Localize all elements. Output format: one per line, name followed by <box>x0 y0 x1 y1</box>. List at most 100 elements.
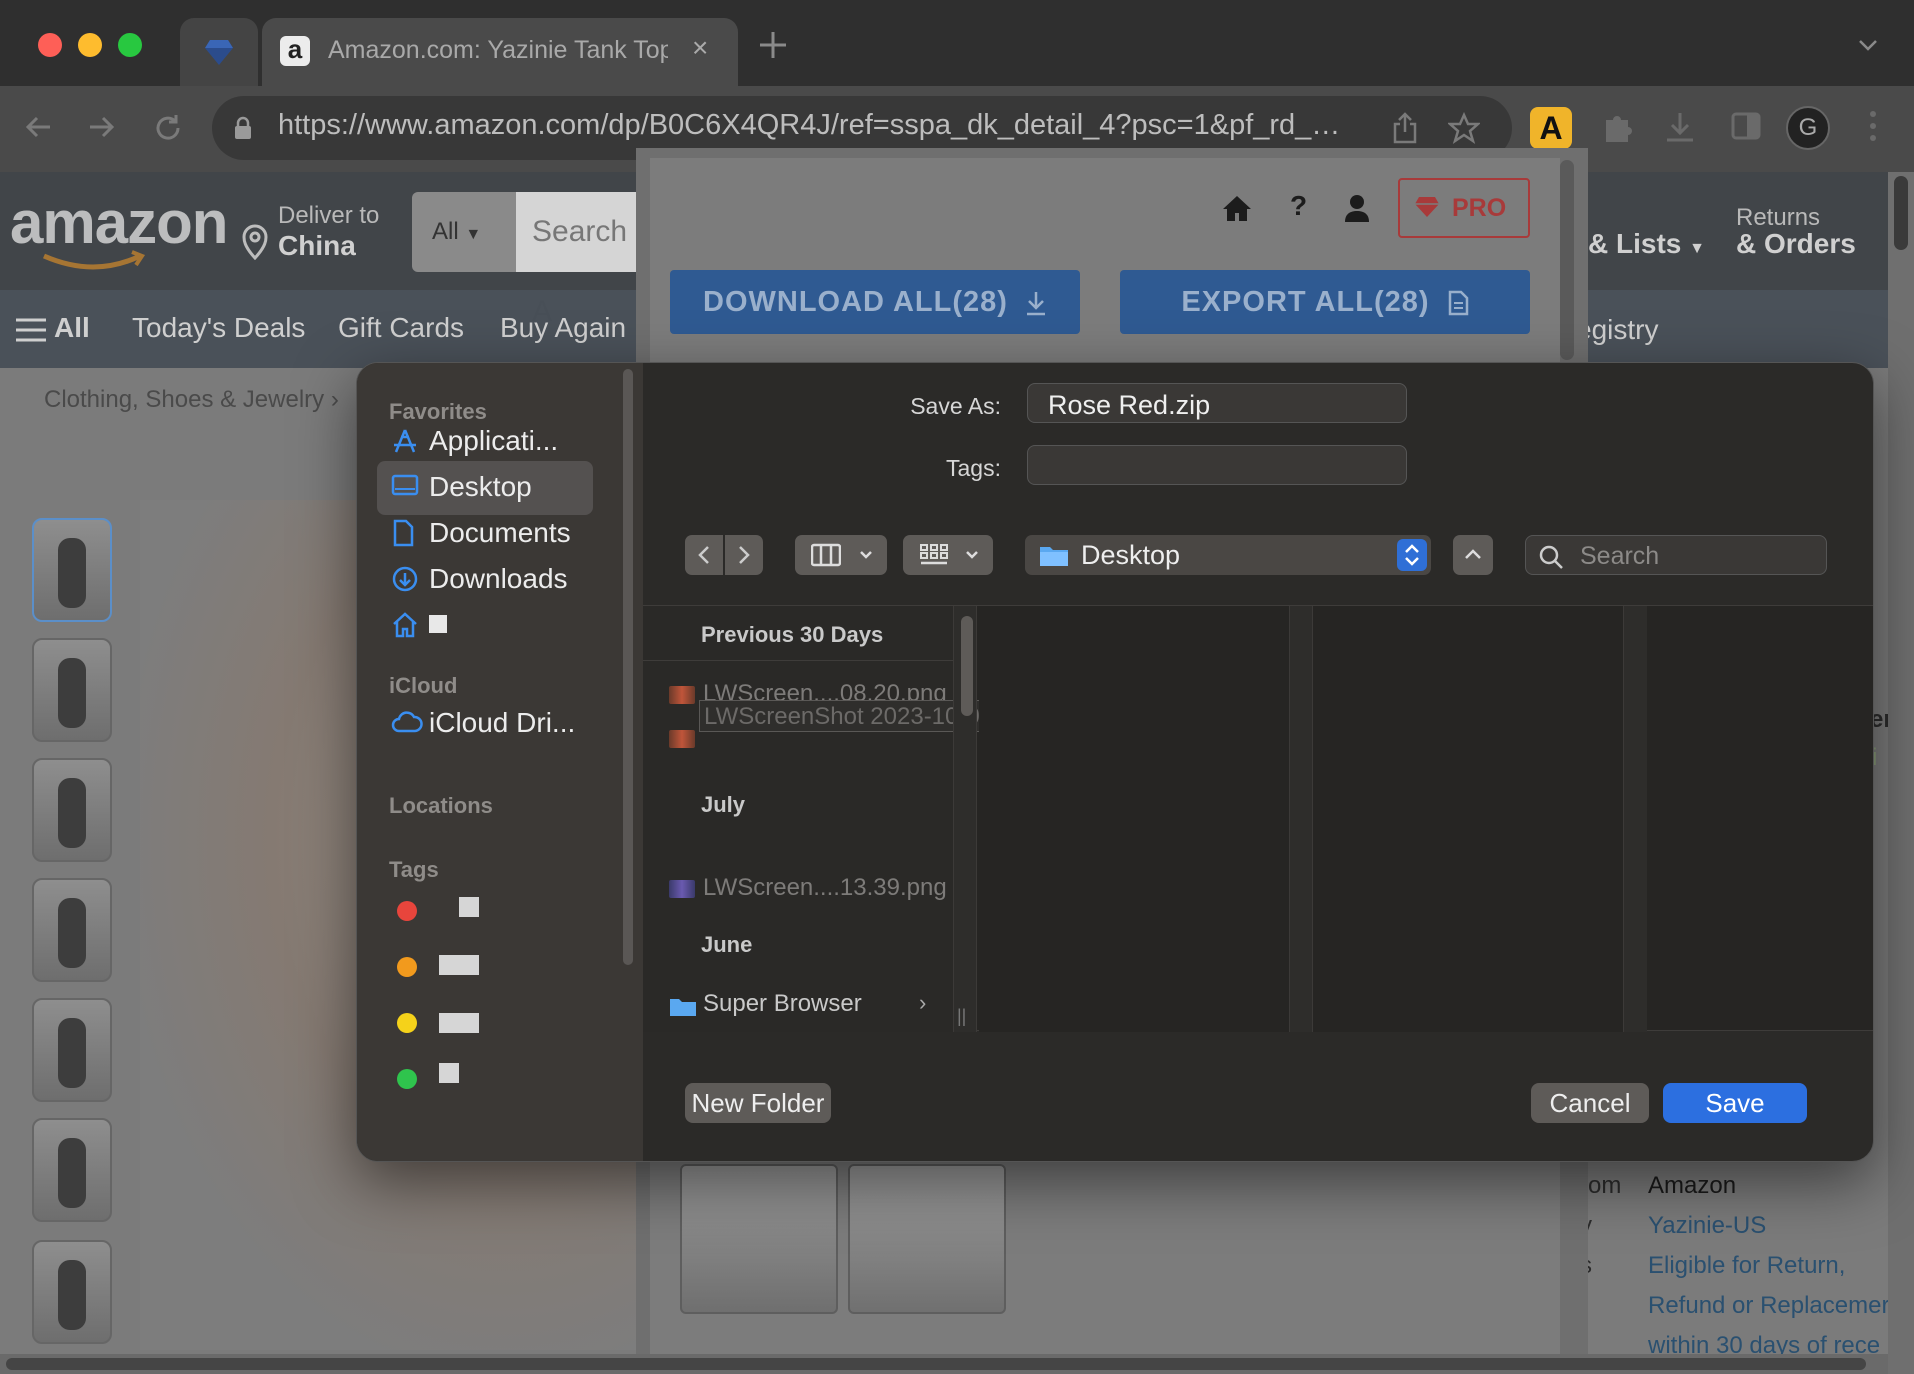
pinned-tab[interactable] <box>180 18 258 86</box>
section-heading: Previous 30 Days <box>701 622 884 647</box>
pro-label: PRO <box>1452 194 1507 222</box>
tab-title: Amazon.com: Yazinie Tank Top <box>328 36 668 64</box>
file-column[interactable] <box>1313 606 1623 1032</box>
sidebar-item-home[interactable] <box>377 599 593 653</box>
location-popup-button[interactable]: Desktop <box>1025 535 1431 575</box>
image-grid-item[interactable] <box>680 1164 838 1314</box>
product-thumbnail[interactable] <box>32 758 112 862</box>
reload-icon <box>156 115 180 140</box>
product-thumbnail[interactable] <box>32 638 112 742</box>
tag-yellow[interactable] <box>397 1013 417 1033</box>
page-scroll-thumb[interactable] <box>1894 176 1908 250</box>
cancel-button[interactable]: Cancel <box>1531 1083 1649 1123</box>
amazon-logo[interactable]: amazon <box>10 188 228 257</box>
file-column[interactable]: Previous 30 Days LWScreen....08.20.png J… <box>643 606 953 1032</box>
account-button[interactable] <box>1344 194 1370 222</box>
download-all-button[interactable]: DOWNLOAD ALL(28) <box>670 270 1080 334</box>
reload-button[interactable] <box>152 112 184 144</box>
horizontal-scroll-thumb[interactable] <box>6 1358 1866 1370</box>
home-button[interactable] <box>1222 194 1252 222</box>
nav-buy-again[interactable]: Buy Again <box>500 312 626 344</box>
tags-field[interactable] <box>1027 445 1407 485</box>
search-category-select[interactable]: All ▼ <box>412 192 516 272</box>
deliver-to-location[interactable]: China <box>278 230 356 262</box>
returns-policy-line[interactable]: Refund or Replacemer <box>1648 1292 1888 1320</box>
product-thumbnail[interactable] <box>32 878 112 982</box>
url-text[interactable]: https://www.amazon.com/dp/B0C6X4QR4J/ref… <box>278 109 1408 142</box>
page-scrollbar[interactable] <box>1888 172 1914 1374</box>
sidebar-heading-tags: Tags <box>389 857 439 882</box>
search-placeholder: Search <box>1580 542 1660 570</box>
tab-amazon[interactable]: a Amazon.com: Yazinie Tank Top × <box>262 18 738 86</box>
back-button[interactable] <box>685 535 723 575</box>
profile-avatar[interactable]: G <box>1786 106 1830 150</box>
collapse-browser-button[interactable] <box>1453 535 1493 575</box>
sidebar-item-icloud-drive[interactable]: iCloud Dri... <box>377 697 593 751</box>
share-icon[interactable] <box>1392 112 1418 144</box>
column-divider[interactable] <box>1623 606 1647 1032</box>
amazon-search-input[interactable]: Search A <box>516 192 644 328</box>
file-column[interactable] <box>979 606 1289 1032</box>
nav-all-menu[interactable]: All <box>14 312 90 344</box>
amazon-favicon-icon: a <box>280 36 310 66</box>
tab-close-icon[interactable]: × <box>692 32 708 64</box>
close-window-button[interactable] <box>38 33 62 57</box>
nav-gift-cards[interactable]: Gift Cards <box>338 312 464 344</box>
new-folder-button[interactable]: New Folder <box>685 1083 831 1123</box>
folder-item[interactable]: Super Browser › <box>669 990 949 1016</box>
breadcrumb[interactable]: Clothing, Shoes & Jewelry › <box>44 386 339 414</box>
forward-button[interactable] <box>725 535 763 575</box>
extension-a-button[interactable]: A <box>1530 107 1572 149</box>
forward-button[interactable] <box>86 112 116 142</box>
returns-policy-line[interactable]: within 30 days of rece <box>1648 1332 1888 1354</box>
column-scrollbar[interactable] <box>961 616 973 716</box>
downloads-button[interactable] <box>1664 110 1696 144</box>
tag-red[interactable] <box>397 901 417 921</box>
extensions-button[interactable] <box>1600 110 1634 144</box>
location-label: Desktop <box>1081 540 1181 570</box>
help-button[interactable]: ? <box>1290 190 1307 222</box>
save-button[interactable]: Save <box>1663 1083 1807 1123</box>
search-icon <box>1539 545 1563 569</box>
save-as-field[interactable]: Rose Red.zip <box>1027 383 1407 423</box>
extension-scrollbar[interactable] <box>1560 160 1574 360</box>
column-divider[interactable] <box>1289 606 1313 1032</box>
new-tab-button[interactable] <box>752 24 794 66</box>
product-thumbnail[interactable] <box>32 1118 112 1222</box>
menu-button[interactable] <box>1868 108 1878 144</box>
nav-todays-deals[interactable]: Today's Deals <box>132 312 305 344</box>
image-grid-item[interactable] <box>848 1164 1006 1314</box>
tags-label: Tags: <box>946 455 1001 481</box>
redacted-tag-name <box>459 897 479 917</box>
tag-orange[interactable] <box>397 957 417 977</box>
applications-icon <box>394 429 416 453</box>
sidebar-heading-icloud: iCloud <box>389 673 458 698</box>
returns-orders-link[interactable]: & Orders <box>1736 228 1856 260</box>
column-resize-handle[interactable]: || <box>957 1006 966 1027</box>
product-thumbnail[interactable] <box>32 998 112 1102</box>
minimize-window-button[interactable] <box>78 33 102 57</box>
export-all-button[interactable]: EXPORT ALL(28) <box>1120 270 1530 334</box>
view-mode-columns-button[interactable] <box>795 535 887 575</box>
columns-view-icon <box>811 543 841 567</box>
deliver-to-label: Deliver to <box>278 202 380 229</box>
search-input[interactable]: Search <box>1525 535 1827 575</box>
nav-registry[interactable]: egistry <box>1576 314 1658 346</box>
section-divider <box>643 660 953 661</box>
sidebar-heading-locations: Locations <box>389 793 493 818</box>
bookmark-star-icon[interactable] <box>1448 112 1480 144</box>
tag-green[interactable] <box>397 1069 417 1089</box>
plus-icon <box>760 32 786 58</box>
sidebar-scrollbar[interactable] <box>623 369 633 965</box>
product-video-thumbnail[interactable] <box>32 1240 112 1344</box>
product-thumbnail[interactable] <box>32 518 112 622</box>
account-lists-link[interactable]: & Lists ▼ <box>1588 228 1705 260</box>
tab-search-button[interactable] <box>1858 38 1878 52</box>
group-by-button[interactable] <box>903 535 993 575</box>
back-button[interactable] <box>24 112 54 142</box>
zoom-window-button[interactable] <box>118 33 142 57</box>
sold-by-link[interactable]: Yazinie-US <box>1648 1212 1766 1240</box>
save-as-value: Rose Red.zip <box>1048 390 1211 420</box>
returns-policy-line[interactable]: Eligible for Return, <box>1648 1252 1888 1280</box>
side-panel-button[interactable] <box>1730 110 1762 142</box>
